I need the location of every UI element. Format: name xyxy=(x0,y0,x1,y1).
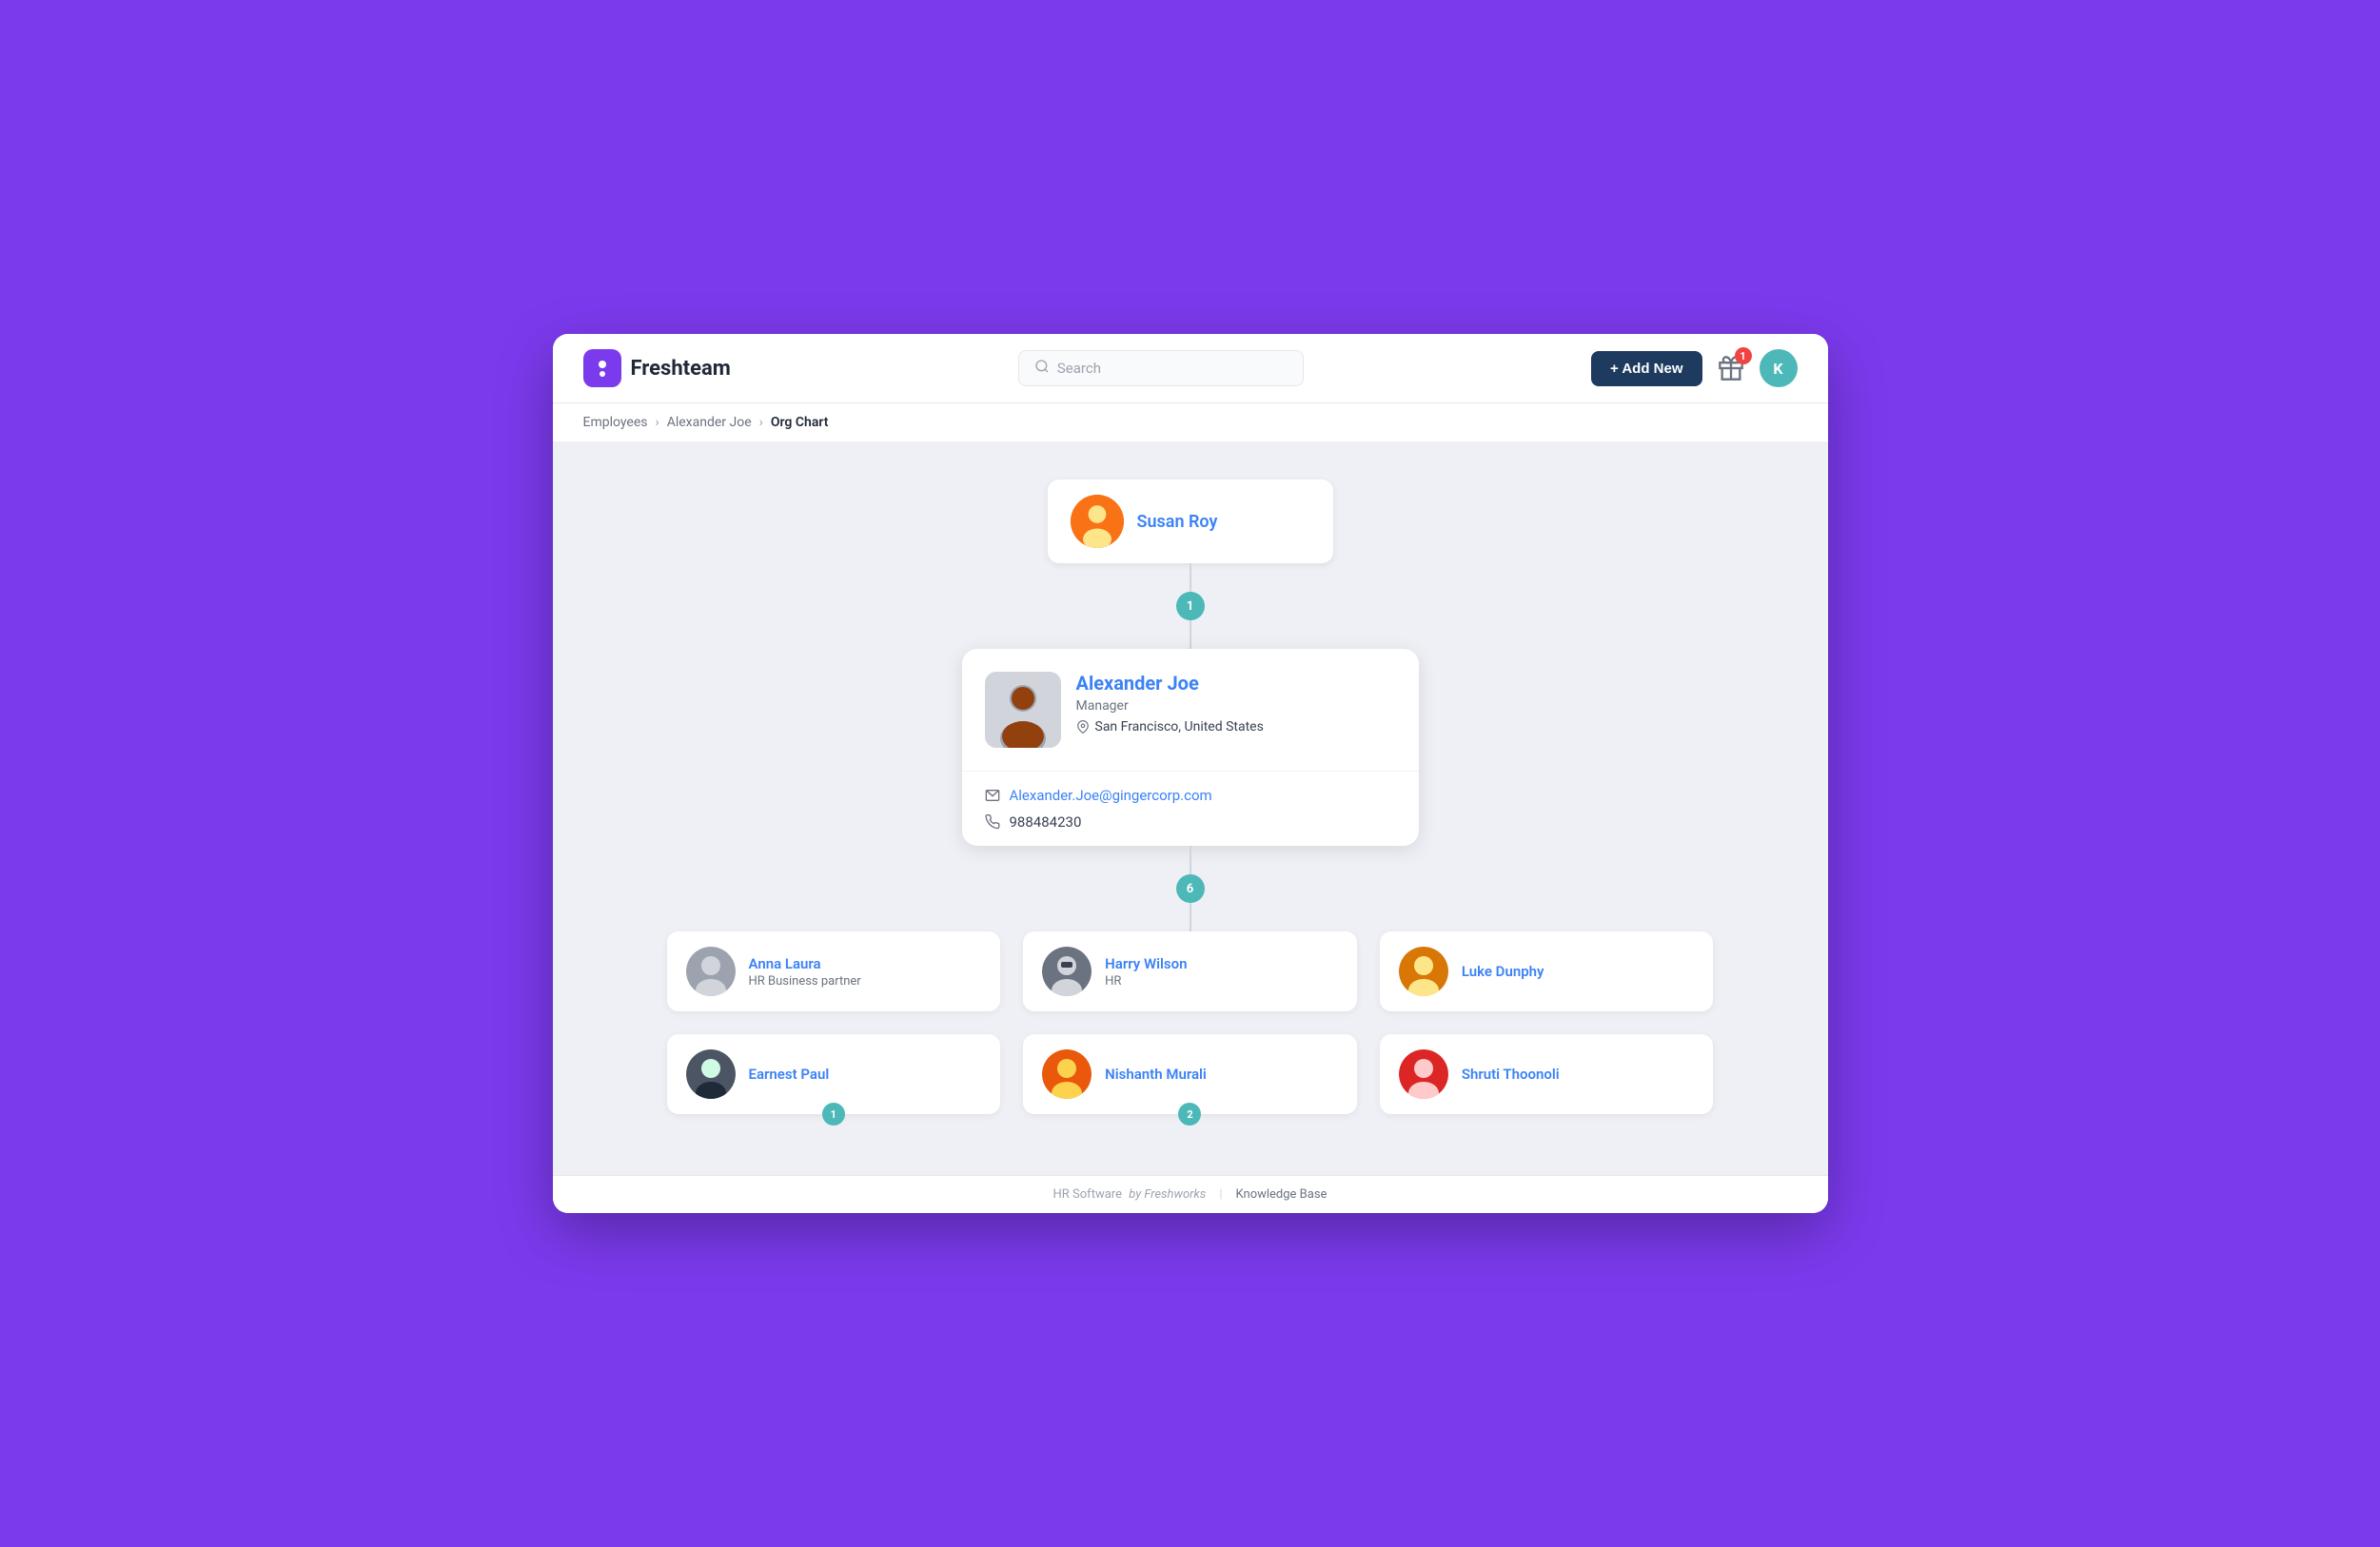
manager-avatar xyxy=(1071,495,1124,548)
email-row: Alexander.Joe@gingercorp.com xyxy=(985,787,1396,804)
anna-name: Anna Laura xyxy=(749,955,861,972)
subordinates-section: Anna Laura HR Business partner xyxy=(667,931,1714,1137)
email-icon xyxy=(985,788,1000,803)
search-box[interactable]: Search xyxy=(1018,350,1304,386)
luke-name: Luke Dunphy xyxy=(1462,963,1544,980)
subordinates-row-1: Anna Laura HR Business partner xyxy=(667,931,1714,1011)
phone-row: 988484230 xyxy=(985,813,1396,831)
sub-card-shruti[interactable]: Shruti Thoonoli xyxy=(1380,1034,1714,1114)
main-card-bottom: Alexander.Joe@gingercorp.com 988484230 xyxy=(962,771,1419,846)
location-text: San Francisco, United States xyxy=(1095,719,1264,734)
header: Freshteam Search + Add New xyxy=(553,334,1828,403)
sub-card-anna[interactable]: Anna Laura HR Business partner xyxy=(667,931,1001,1011)
earnest-avatar xyxy=(686,1049,736,1099)
top-connector: 1 xyxy=(1176,563,1205,649)
main-content: Susan Roy 1 xyxy=(553,441,1828,1175)
logo-area: Freshteam xyxy=(583,349,731,387)
search-area: Search xyxy=(731,350,1591,386)
employee-location: San Francisco, United States xyxy=(1076,719,1264,734)
add-new-button[interactable]: + Add New xyxy=(1591,351,1702,386)
sub-card-earnest[interactable]: Earnest Paul 1 xyxy=(667,1034,1001,1114)
main-employee-avatar xyxy=(985,672,1061,748)
manager-name: Susan Roy xyxy=(1137,512,1218,532)
employee-name: Alexander Joe xyxy=(1076,672,1264,695)
manager-card[interactable]: Susan Roy xyxy=(1048,480,1333,563)
footer-left: HR Software by Freshworks xyxy=(1053,1187,1207,1202)
location-icon xyxy=(1076,720,1090,734)
search-placeholder[interactable]: Search xyxy=(1057,360,1101,377)
footer-separator: | xyxy=(1219,1187,1222,1202)
main-employee-card[interactable]: Alexander Joe Manager San Francisco, Uni… xyxy=(962,649,1419,846)
harry-info: Harry Wilson HR xyxy=(1105,955,1187,989)
breadcrumb-sep-2: › xyxy=(759,415,763,430)
gift-badge: 1 xyxy=(1735,347,1752,364)
footer-knowledge-base-link[interactable]: Knowledge Base xyxy=(1236,1187,1328,1202)
shruti-avatar xyxy=(1399,1049,1448,1099)
harry-avatar xyxy=(1042,947,1092,996)
org-tree: Susan Roy 1 xyxy=(583,480,1798,1137)
nishanth-avatar xyxy=(1042,1049,1092,1099)
header-actions: + Add New 1 K xyxy=(1591,349,1798,387)
earnest-info: Earnest Paul xyxy=(749,1066,830,1083)
anna-avatar xyxy=(686,947,736,996)
connector-line-bottom2 xyxy=(1190,903,1191,931)
sub-card-harry[interactable]: Harry Wilson HR xyxy=(1023,931,1357,1011)
employee-role: Manager xyxy=(1076,698,1264,714)
bottom-connector: 6 xyxy=(1176,846,1205,931)
main-employee-info: Alexander Joe Manager San Francisco, Uni… xyxy=(1076,672,1264,734)
breadcrumb-sep-1: › xyxy=(656,415,659,430)
main-card-top: Alexander Joe Manager San Francisco, Uni… xyxy=(962,649,1419,771)
connector-line-mid xyxy=(1190,620,1191,649)
user-avatar[interactable]: K xyxy=(1760,349,1798,387)
manager-subordinate-count: 1 xyxy=(1176,592,1205,620)
breadcrumb-employees[interactable]: Employees xyxy=(583,415,648,430)
breadcrumb-person[interactable]: Alexander Joe xyxy=(667,415,752,430)
harry-role: HR xyxy=(1105,974,1187,989)
earnest-name: Earnest Paul xyxy=(749,1066,830,1083)
connector-line-bottom xyxy=(1190,846,1191,874)
anna-role: HR Business partner xyxy=(749,974,861,989)
logo-icon xyxy=(583,349,621,387)
footer-hr-text: HR Software xyxy=(1053,1187,1122,1202)
search-icon xyxy=(1034,359,1050,378)
nishanth-badge: 2 xyxy=(1178,1103,1201,1126)
footer-by-text: by Freshworks xyxy=(1129,1187,1206,1202)
employee-subordinate-count: 6 xyxy=(1176,874,1205,903)
breadcrumb: Employees › Alexander Joe › Org Chart xyxy=(553,403,1828,441)
anna-info: Anna Laura HR Business partner xyxy=(749,955,861,989)
phone-icon xyxy=(985,814,1000,830)
subordinates-row-2: Earnest Paul 1 xyxy=(667,1034,1714,1114)
luke-avatar xyxy=(1399,947,1448,996)
employee-phone: 988484230 xyxy=(1010,813,1082,831)
nishanth-info: Nishanth Murali xyxy=(1105,1066,1207,1083)
gift-icon-wrapper[interactable]: 1 xyxy=(1714,351,1748,385)
app-name: Freshteam xyxy=(631,357,731,381)
luke-info: Luke Dunphy xyxy=(1462,963,1544,980)
breadcrumb-current: Org Chart xyxy=(771,415,829,430)
footer: HR Software by Freshworks | Knowledge Ba… xyxy=(553,1175,1828,1213)
harry-name: Harry Wilson xyxy=(1105,955,1187,972)
earnest-badge: 1 xyxy=(822,1103,845,1126)
employee-email[interactable]: Alexander.Joe@gingercorp.com xyxy=(1010,787,1212,804)
shruti-info: Shruti Thoonoli xyxy=(1462,1066,1560,1083)
sub-card-luke[interactable]: Luke Dunphy xyxy=(1380,931,1714,1011)
sub-card-nishanth[interactable]: Nishanth Murali 2 xyxy=(1023,1034,1357,1114)
app-window: Freshteam Search + Add New xyxy=(553,334,1828,1213)
connector-line-top xyxy=(1190,563,1191,592)
nishanth-name: Nishanth Murali xyxy=(1105,1066,1207,1083)
shruti-name: Shruti Thoonoli xyxy=(1462,1066,1560,1083)
